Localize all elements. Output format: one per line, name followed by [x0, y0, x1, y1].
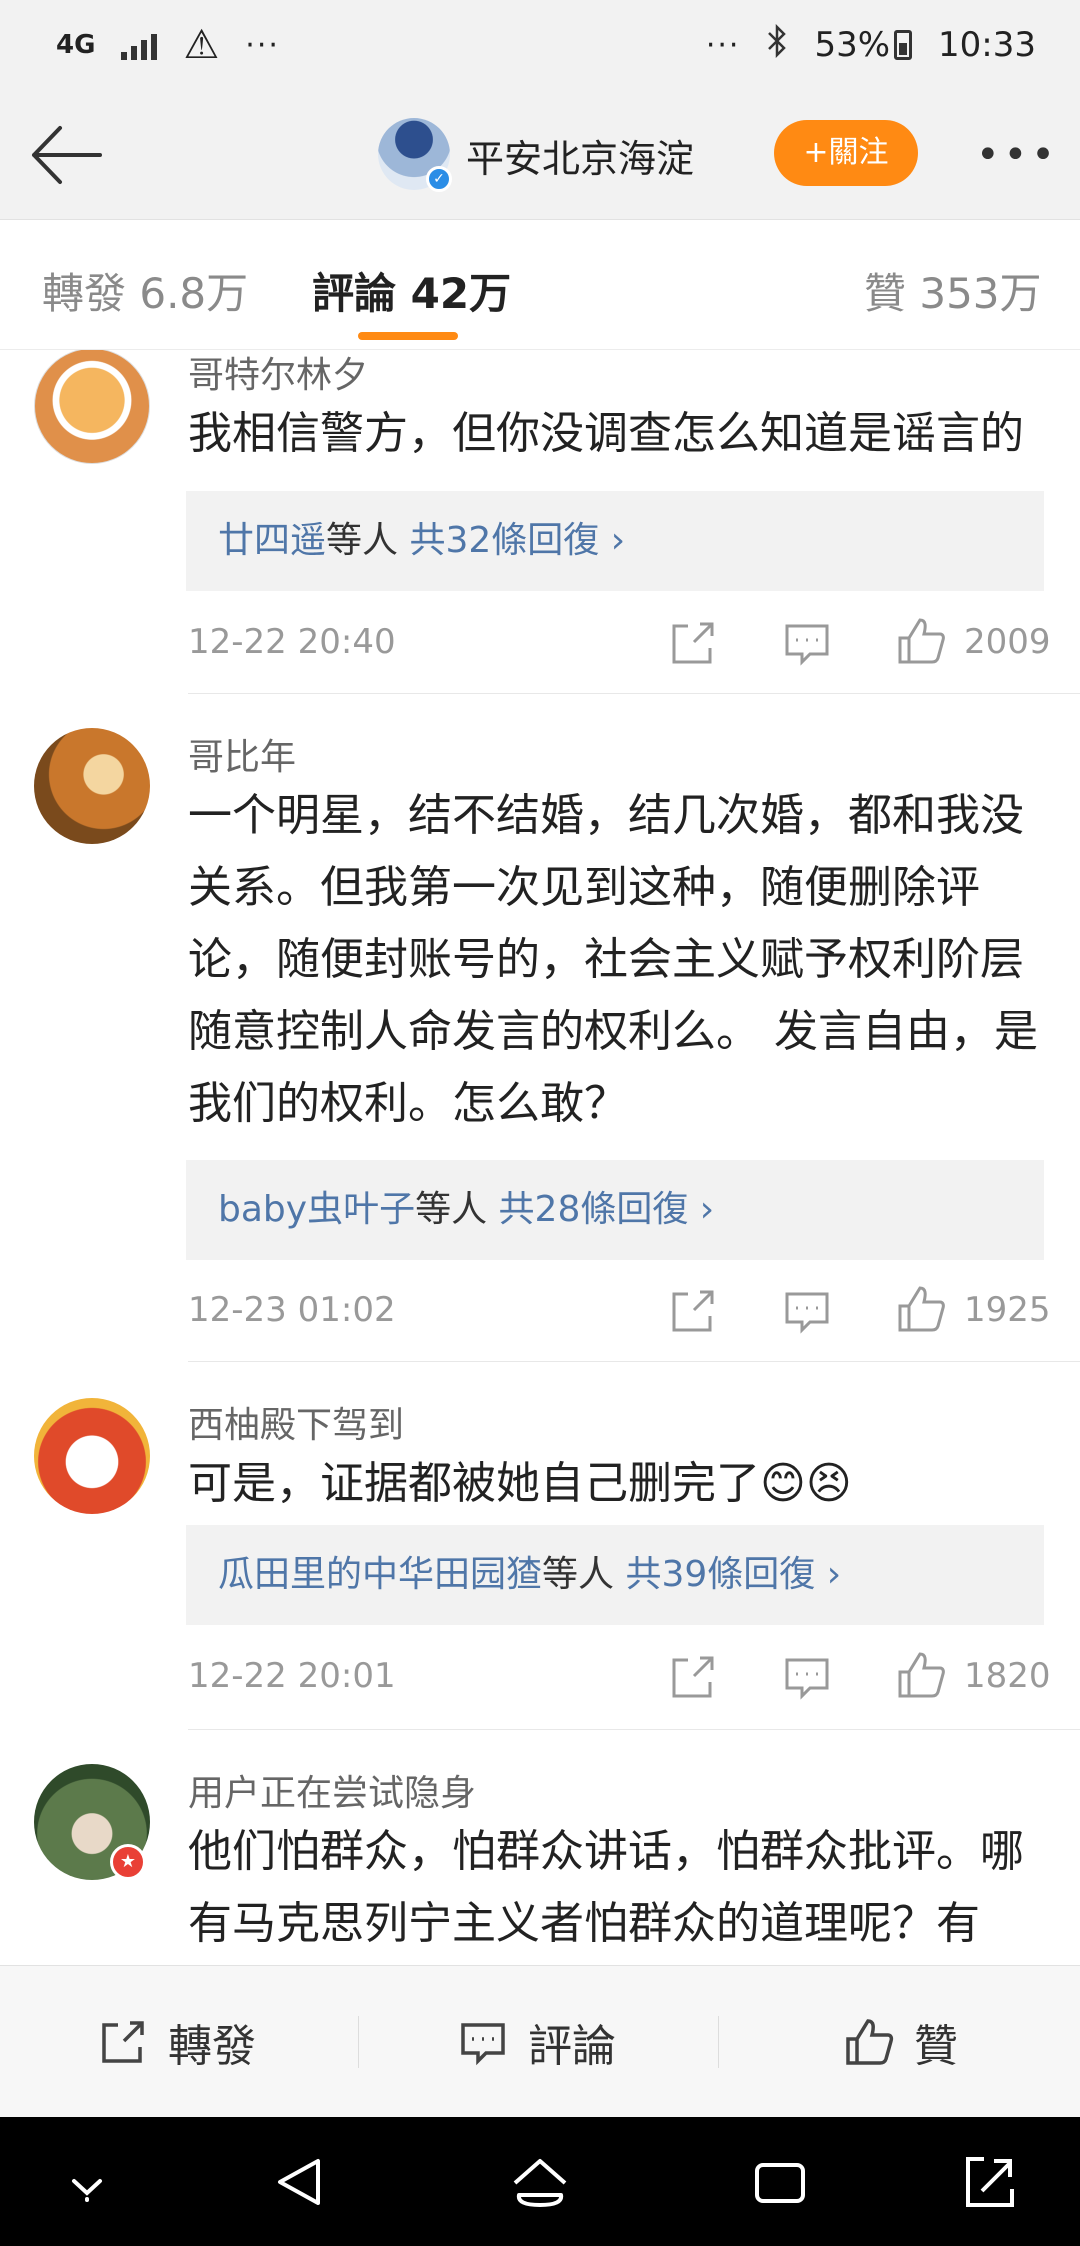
- like-label: 贊: [914, 2021, 958, 2072]
- repost-label: 轉發: [168, 2021, 256, 2072]
- signal-icon: [121, 30, 158, 60]
- replies-users: baby虫叶子: [218, 1189, 416, 1230]
- system-nav-bar: [0, 2117, 1080, 2246]
- repost-button[interactable]: 轉發: [98, 1966, 256, 2118]
- comment-timestamp: 12-22 20:01: [188, 1656, 396, 1696]
- bottom-action-bar: 轉發 評論 贊: [0, 1965, 1080, 2117]
- active-tab-indicator: [358, 332, 458, 340]
- replies-link[interactable]: 廿四遥等人 共32條回復 ›: [186, 491, 1044, 591]
- more-options-icon[interactable]: •••: [976, 132, 1059, 178]
- comment-timestamp: 12-22 20:40: [188, 622, 396, 662]
- comment-timestamp: 12-23 01:02: [188, 1290, 396, 1330]
- home-icon[interactable]: [505, 2147, 575, 2217]
- replies-count: 共32條回復 ›: [398, 520, 626, 561]
- comment-username[interactable]: 哥特尔林夕: [188, 350, 368, 398]
- comment-text: 我相信警方，但你没调查怎么知道是谣言的: [188, 408, 1024, 459]
- member-badge-icon: ★: [110, 1844, 146, 1880]
- follow-button[interactable]: +關注: [774, 120, 918, 186]
- like-icon[interactable]: [896, 1650, 946, 1700]
- battery-icon: [894, 30, 913, 60]
- replies-link[interactable]: baby虫叶子等人 共28條回復 ›: [186, 1160, 1044, 1260]
- comment-button[interactable]: 評論: [458, 1966, 616, 2118]
- reply-icon[interactable]: [782, 618, 832, 668]
- header: ✓ 平安北京海淀 +關注 •••: [0, 90, 1080, 220]
- comment-text: 一个明星，结不结婚，结几次婚，都和我没关系。但我第一次见到这种，随便删除评论，随…: [188, 790, 1038, 1129]
- more-notifications-icon: ···: [245, 27, 280, 63]
- user-avatar[interactable]: [34, 350, 150, 464]
- divider: [358, 2016, 359, 2068]
- repost-icon[interactable]: [668, 618, 718, 668]
- comment-icon: [461, 2023, 505, 2066]
- like-count: 2009: [964, 622, 1051, 662]
- replies-users: 瓜田里的中华田园猹: [218, 1554, 543, 1595]
- expand-icon[interactable]: [954, 2147, 1024, 2217]
- comment-username[interactable]: 哥比年: [188, 728, 296, 780]
- tab-comments[interactable]: 評論 42万: [312, 260, 511, 321]
- divider: [718, 2016, 719, 2068]
- like-button[interactable]: 贊: [844, 1966, 958, 2118]
- repost-icon[interactable]: [668, 1652, 718, 1702]
- network-type: 4G: [56, 30, 96, 60]
- replies-count: 共28條回復 ›: [487, 1189, 715, 1230]
- repost-icon[interactable]: [668, 1286, 718, 1336]
- replies-count: 共39條回復 ›: [614, 1554, 842, 1595]
- like-icon: [846, 2019, 894, 2065]
- tab-bar: 轉發 6.8万 評論 42万 贊 353万: [0, 220, 1080, 350]
- recent-apps-icon[interactable]: [745, 2147, 815, 2217]
- tab-reposts[interactable]: 轉發 6.8万: [42, 260, 248, 321]
- comment-item: 西柚殿下驾到 可是，证据都被她自己删完了😊😣 瓜田里的中华田园猹等人 共39條回…: [0, 1362, 1080, 1730]
- weibo-comments-screen: 4G ⚠ ··· ··· 53% 10:33 ✓ 平安北京海淀 +關注 ••• …: [0, 0, 1080, 2246]
- comment-label: 評論: [528, 2021, 616, 2072]
- like-icon[interactable]: [896, 616, 946, 666]
- warning-icon: ⚠: [183, 22, 220, 68]
- comment-item: 哥特尔林夕 我相信警方，但你没调查怎么知道是谣言的 廿四遥等人 共32條回復 ›…: [0, 350, 1080, 694]
- clock: 10:33: [938, 25, 1036, 65]
- account-name[interactable]: 平安北京海淀: [466, 128, 694, 183]
- replies-suffix: 等人: [542, 1554, 615, 1595]
- back-button[interactable]: [26, 120, 106, 190]
- reply-icon[interactable]: [782, 1286, 832, 1336]
- arrow-left-icon: [32, 126, 102, 184]
- hide-keyboard-icon[interactable]: [52, 2147, 122, 2217]
- replies-users: 廿四遥: [218, 520, 327, 561]
- user-avatar[interactable]: [34, 728, 150, 844]
- bluetooth-icon: [766, 23, 788, 67]
- status-bar: 4G ⚠ ··· ··· 53% 10:33: [0, 0, 1080, 90]
- like-icon[interactable]: [896, 1284, 946, 1334]
- comment-username[interactable]: 西柚殿下驾到: [188, 1396, 404, 1448]
- comment-item: 哥比年 一个明星，结不结婚，结几次婚，都和我没关系。但我第一次见到这种，随便删除…: [0, 694, 1080, 1362]
- user-avatar[interactable]: [34, 1398, 150, 1514]
- verified-icon: ✓: [426, 166, 452, 192]
- reply-icon[interactable]: [782, 1652, 832, 1702]
- replies-link[interactable]: 瓜田里的中华田园猹等人 共39條回復 ›: [186, 1525, 1044, 1625]
- battery-percent: 53%: [814, 25, 891, 65]
- replies-suffix: 等人: [415, 1189, 488, 1230]
- back-triangle-icon[interactable]: [266, 2147, 336, 2217]
- like-count: 1820: [964, 1656, 1051, 1696]
- repost-icon: [102, 2021, 144, 2063]
- comment-list[interactable]: 哥特尔林夕 我相信警方，但你没调查怎么知道是谣言的 廿四遥等人 共32條回復 ›…: [0, 350, 1080, 1965]
- more-status-icon: ···: [705, 27, 741, 63]
- replies-suffix: 等人: [326, 520, 399, 561]
- comment-item: ★ 用户正在尝试隐身 他们怕群众，怕群众讲话，怕群众批评。哪有马克思列宁主义者怕…: [0, 1730, 1080, 1965]
- comment-username[interactable]: 用户正在尝试隐身: [188, 1764, 476, 1816]
- comment-text: 他们怕群众，怕群众讲话，怕群众批评。哪有马克思列宁主义者怕群众的道理呢？有: [188, 1826, 1024, 1949]
- comment-text: 可是，证据都被她自己删完了😊😣: [188, 1458, 852, 1509]
- tab-likes[interactable]: 贊 353万: [864, 260, 1042, 321]
- like-count: 1925: [964, 1290, 1051, 1330]
